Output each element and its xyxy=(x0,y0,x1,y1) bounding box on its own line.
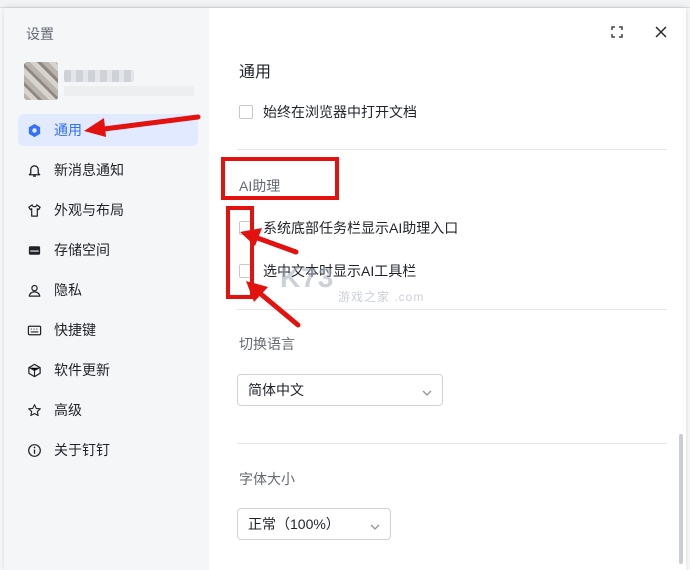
divider xyxy=(237,309,667,310)
sidebar-item-label: 新消息通知 xyxy=(54,162,124,178)
profile-card[interactable] xyxy=(22,56,198,108)
expand-icon[interactable] xyxy=(609,24,625,40)
sidebar-item-label: 快捷键 xyxy=(54,322,96,338)
settings-title: 设置 xyxy=(26,26,54,42)
sidebar-item-label: 软件更新 xyxy=(54,362,110,378)
language-select-value: 简体中文 xyxy=(248,382,304,398)
font-size-select[interactable]: 正常（100%） xyxy=(237,508,391,540)
open-in-browser-label: 始终在浏览器中打开文档 xyxy=(263,104,417,120)
open-in-browser-option[interactable]: 始终在浏览器中打开文档 xyxy=(239,102,417,122)
annotation-box-checkboxes xyxy=(226,206,254,299)
sidebar-item-label: 外观与布局 xyxy=(54,202,124,218)
annotation-box-ai-section xyxy=(221,157,339,200)
sidebar-item-privacy[interactable]: 隐私 xyxy=(18,274,198,306)
info-icon xyxy=(26,442,42,458)
star-icon xyxy=(26,402,42,418)
sidebar-item-label: 通用 xyxy=(54,122,82,138)
update-icon xyxy=(26,362,42,378)
sidebar-item-about[interactable]: 关于钉钉 xyxy=(18,434,198,466)
scrollbar[interactable] xyxy=(679,434,683,564)
profile-subtext-blurred xyxy=(64,86,194,96)
sidebar-item-storage[interactable]: 存储空间 xyxy=(18,234,198,266)
settings-sidebar: 设置 通用 新消息通知 外观与布局 存储空间 隐私 快捷键 软件更新 高级 关于… xyxy=(4,8,209,570)
chevron-down-icon xyxy=(370,519,380,530)
sidebar-item-advanced[interactable]: 高级 xyxy=(18,394,198,426)
storage-icon xyxy=(26,242,42,258)
background-app-strip xyxy=(0,0,690,8)
gear-icon xyxy=(26,122,42,138)
shirt-icon xyxy=(26,202,42,218)
sidebar-item-appearance[interactable]: 外观与布局 xyxy=(18,194,198,226)
font-size-label: 字体大小 xyxy=(239,471,295,487)
divider xyxy=(237,149,667,150)
keyboard-icon xyxy=(26,322,42,338)
page-title: 通用 xyxy=(239,64,272,81)
profile-name-blurred xyxy=(64,70,134,82)
open-in-browser-checkbox[interactable] xyxy=(239,105,253,119)
watermark-logo: K73 游戏之家 .com xyxy=(280,262,425,304)
sidebar-item-label: 存储空间 xyxy=(54,242,110,258)
language-label: 切换语言 xyxy=(239,336,295,352)
divider xyxy=(237,443,667,444)
person-icon xyxy=(26,282,42,298)
bell-icon xyxy=(26,162,42,178)
sidebar-item-shortcuts[interactable]: 快捷键 xyxy=(18,314,198,346)
font-size-select-value: 正常（100%） xyxy=(248,516,340,532)
language-select[interactable]: 简体中文 xyxy=(237,374,443,406)
ai-taskbar-label: 系统底部任务栏显示AI助理入口 xyxy=(263,220,459,236)
settings-nav: 通用 新消息通知 外观与布局 存储空间 隐私 快捷键 软件更新 高级 关于钉钉 xyxy=(18,114,198,474)
avatar xyxy=(24,62,58,100)
sidebar-item-label: 关于钉钉 xyxy=(54,442,110,458)
sidebar-item-general[interactable]: 通用 xyxy=(18,114,198,146)
chevron-down-icon xyxy=(422,385,432,396)
close-icon[interactable] xyxy=(653,24,669,40)
sidebar-item-label: 高级 xyxy=(54,402,82,418)
sidebar-item-notifications[interactable]: 新消息通知 xyxy=(18,154,198,186)
sidebar-item-update[interactable]: 软件更新 xyxy=(18,354,198,386)
sidebar-item-label: 隐私 xyxy=(54,282,82,298)
ai-taskbar-option[interactable]: 系统底部任务栏显示AI助理入口 xyxy=(239,218,458,238)
